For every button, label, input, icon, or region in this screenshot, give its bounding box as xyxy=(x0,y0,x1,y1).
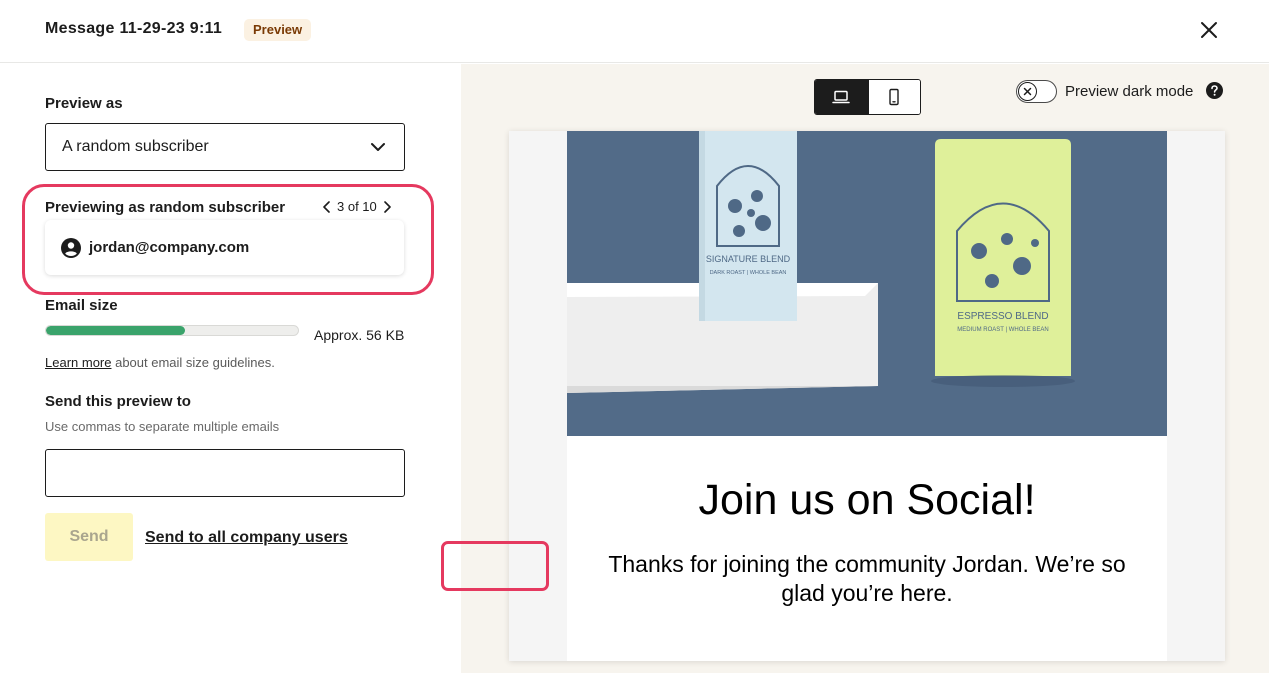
dark-mode-label: Preview dark mode xyxy=(1065,83,1194,100)
message-title: Message 11-29-23 9:11 xyxy=(45,20,223,37)
device-toggle xyxy=(814,79,921,115)
learn-more-link[interactable]: Learn more xyxy=(45,355,111,370)
close-button[interactable] xyxy=(1194,15,1224,45)
preview-as-label: Preview as xyxy=(45,95,123,112)
espresso-blend-bag: ESPRESSO BLEND MEDIUM ROAST | WHOLE BEAN xyxy=(931,139,1075,387)
email-headline: Join us on Social! xyxy=(698,476,1036,524)
modal-header: Message 11-29-23 9:11 Preview xyxy=(0,0,1269,63)
chevron-down-icon xyxy=(371,143,385,151)
send-to-all-users-link[interactable]: Send to all company users xyxy=(145,529,348,547)
bag2-roast-label: MEDIUM ROAST | WHOLE BEAN xyxy=(957,327,1048,333)
subscriber-pager: 3 of 10 xyxy=(322,199,392,214)
send-preview-email-input[interactable] xyxy=(45,449,405,497)
dark-mode-toggle[interactable] xyxy=(1016,80,1057,103)
signature-blend-bag: SIGNATURE BLEND DARK ROAST | WHOLE BEAN xyxy=(699,131,797,321)
help-icon[interactable] xyxy=(1206,82,1223,99)
chevron-left-icon xyxy=(323,200,330,213)
email-preview-panel: Preview dark mode SIGNATURE BLEND DARK R… xyxy=(461,64,1269,673)
mobile-icon xyxy=(889,88,899,106)
send-button[interactable]: Send xyxy=(45,513,133,561)
subscriber-email: jordan@company.com xyxy=(89,239,250,256)
toggle-knob xyxy=(1018,82,1037,101)
next-subscriber-button[interactable] xyxy=(383,200,392,213)
learn-more-rest: about email size guidelines. xyxy=(111,355,275,370)
email-size-bar xyxy=(45,325,299,336)
desktop-icon xyxy=(832,90,850,104)
pager-text: 3 of 10 xyxy=(337,199,377,214)
previous-subscriber-button[interactable] xyxy=(322,200,331,213)
email-size-value: Approx. 56 KB xyxy=(314,327,405,343)
subscriber-card: jordan@company.com xyxy=(45,220,404,275)
user-avatar-icon xyxy=(61,237,81,258)
preview-settings-panel: Preview as A random subscriber Previewin… xyxy=(0,64,461,673)
previewing-label: Previewing as random subscriber xyxy=(45,199,286,216)
preview-as-select[interactable]: A random subscriber xyxy=(45,123,405,171)
email-size-label: Email size xyxy=(45,297,118,314)
x-icon xyxy=(1023,87,1032,96)
preview-as-value: A random subscriber xyxy=(62,138,209,155)
preview-badge: Preview xyxy=(244,19,312,41)
email-body-text: Thanks for joining the community Jordan.… xyxy=(608,551,1126,606)
email-body: SIGNATURE BLEND DARK ROAST | WHOLE BEAN … xyxy=(567,131,1167,661)
close-icon xyxy=(1201,22,1217,38)
send-preview-label: Send this preview to xyxy=(45,393,191,410)
desktop-view-button[interactable] xyxy=(815,80,868,114)
hero-image: SIGNATURE BLEND DARK ROAST | WHOLE BEAN … xyxy=(567,131,1167,436)
email-size-bar-fill xyxy=(46,326,185,335)
size-guidelines-text: Learn more about email size guidelines. xyxy=(45,355,275,370)
mobile-view-button[interactable] xyxy=(867,80,920,114)
bag1-roast-label: DARK ROAST | WHOLE BEAN xyxy=(710,270,787,276)
chevron-right-icon xyxy=(383,200,391,213)
email-preview-frame: SIGNATURE BLEND DARK ROAST | WHOLE BEAN … xyxy=(509,131,1225,661)
send-preview-hint: Use commas to separate multiple emails xyxy=(45,419,280,434)
bag2-blend-label: ESPRESSO BLEND xyxy=(957,311,1048,322)
bag1-blend-label: SIGNATURE BLEND xyxy=(706,254,791,264)
